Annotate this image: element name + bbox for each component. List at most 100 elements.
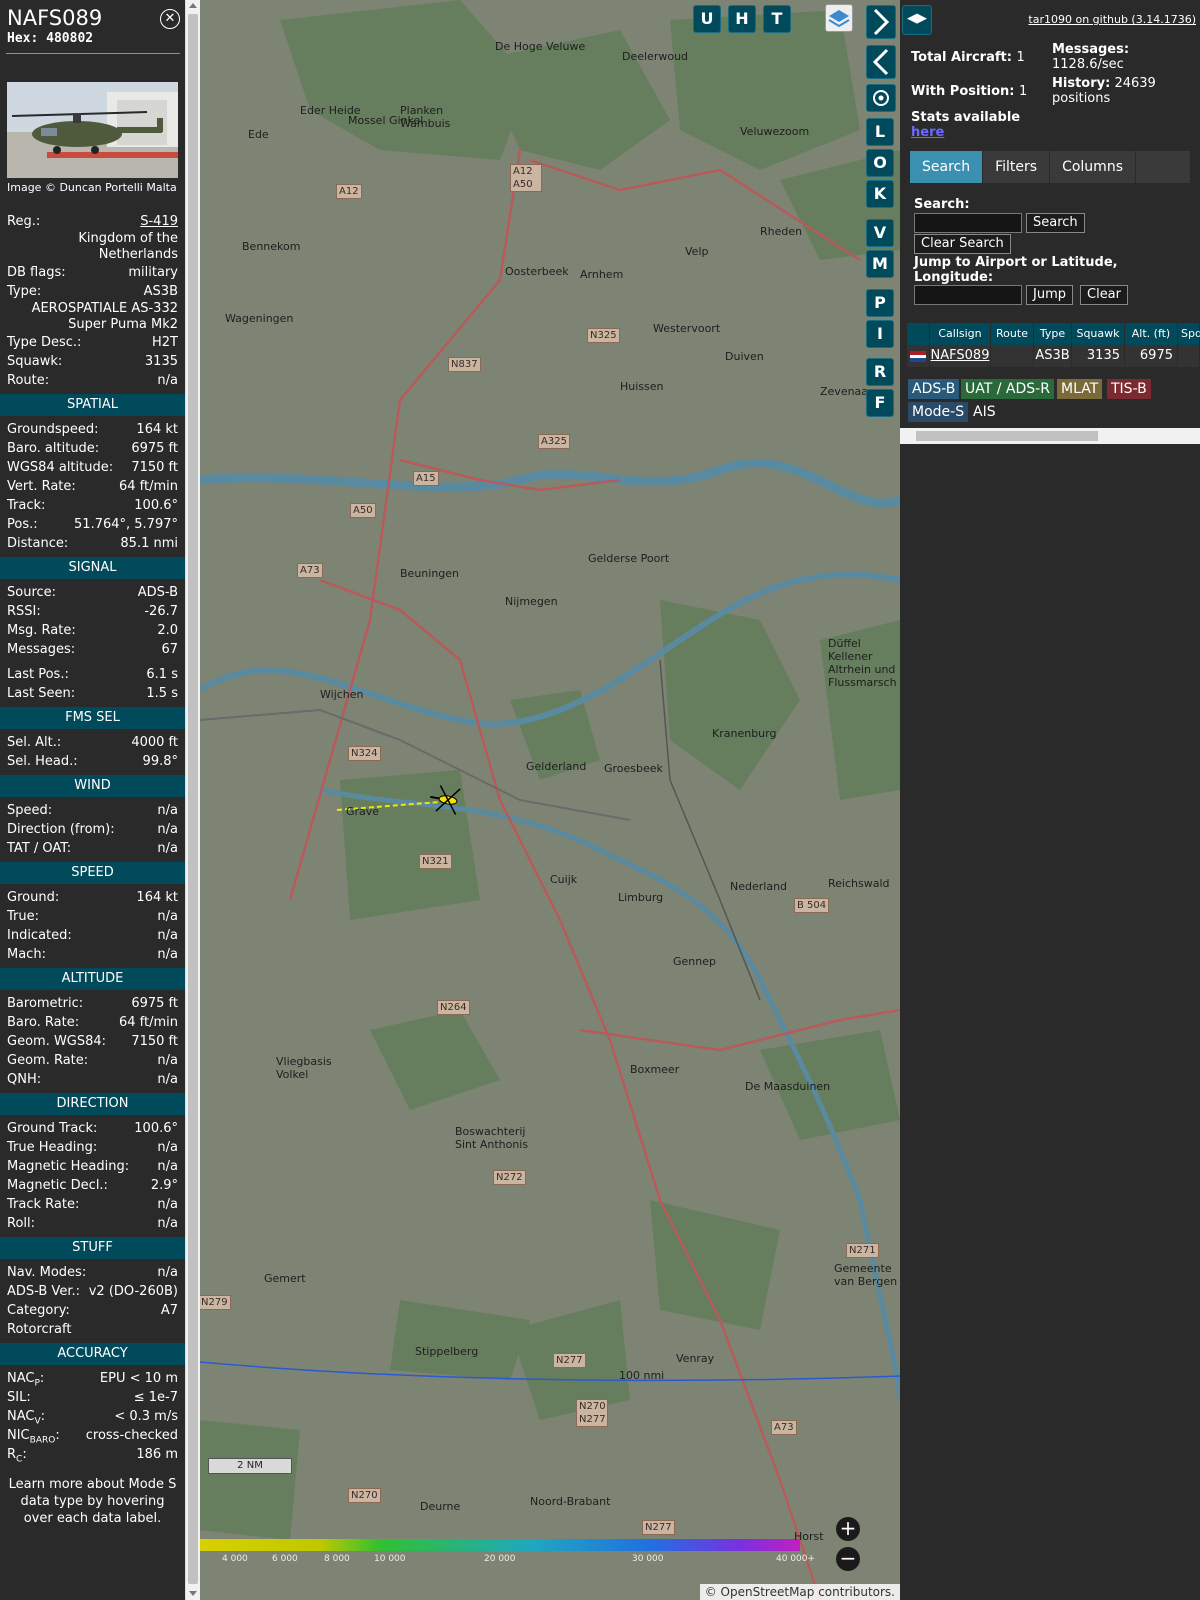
tab-columns[interactable]: Columns [1050, 151, 1136, 183]
stats-link[interactable]: here [911, 125, 944, 140]
spatial-value: 85.1 nmi [120, 536, 178, 551]
map-toggle-button-m[interactable]: M [866, 250, 894, 278]
spatial-value: 64 ft/min [118, 479, 178, 494]
column-header-speed[interactable]: Spd [1178, 323, 1200, 345]
wind-section-header: WIND [0, 775, 185, 797]
altitude-scale-label: 4 000 [222, 1554, 248, 1564]
source-ais-badge[interactable]: AIS [969, 402, 1000, 422]
fms-label: Sel. Alt.: [7, 735, 62, 750]
map-label: Huissen [620, 380, 664, 393]
gear-icon[interactable] [866, 84, 896, 112]
source-uat-badge[interactable]: UAT / ADS-R [961, 379, 1054, 399]
altitude-row: Geom. Rate: n/a [0, 1051, 185, 1070]
type-row: Type: AS3B [0, 282, 185, 301]
map-label: Velp [685, 245, 709, 258]
altitude-row: Geom. WGS84: 7150 ft [0, 1032, 185, 1051]
map-label: Stippelberg [415, 1345, 479, 1358]
row-callsign-link[interactable]: NAFS089 [930, 345, 991, 367]
map-toggle-button-o[interactable]: O [866, 149, 894, 177]
scroll-thumb[interactable] [188, 14, 198, 1584]
altitude-value: n/a [157, 1053, 178, 1068]
sidebar-scrollbar[interactable] [185, 0, 200, 1600]
source-modes-badge[interactable]: Mode-S [908, 402, 969, 422]
source-tisb-badge[interactable]: TIS-B [1107, 379, 1151, 399]
map-toggle-button-v[interactable]: V [866, 219, 894, 247]
signal-label: Msg. Rate: [7, 623, 76, 638]
zoom-out-button[interactable]: − [836, 1547, 860, 1571]
speed-label: True: [7, 909, 39, 924]
map-toggle-button-h[interactable]: H [728, 5, 756, 33]
fms-row: Sel. Head.: 99.8° [0, 752, 185, 771]
road-number-badge: A73 [771, 1420, 797, 1435]
column-header-type[interactable]: Type [1034, 323, 1072, 345]
chevron-left-icon[interactable] [866, 45, 896, 79]
direction-label: Track Rate: [7, 1197, 80, 1212]
altitude-row: Barometric: 6975 ft [0, 994, 185, 1013]
panel-tabs: Search Filters Columns [910, 151, 1190, 183]
map-toggle-button-t[interactable]: T [763, 5, 791, 33]
scroll-up-icon[interactable] [189, 3, 197, 8]
search-button[interactable]: Search [1026, 213, 1085, 233]
altitude-value: 64 ft/min [118, 1015, 178, 1030]
map-attribution[interactable]: © OpenStreetMap contributors. [699, 1584, 900, 1600]
road-number-badge: N325 [587, 328, 620, 343]
signal-row: Source: ADS-B [0, 583, 185, 602]
stuff-label: ADS-B Ver.: [7, 1284, 80, 1299]
accuracy-label: SIL: [7, 1390, 31, 1405]
map-toggle-button-f[interactable]: F [866, 389, 894, 417]
map-toggle-button-u[interactable]: U [693, 5, 721, 33]
signal-time-label: Last Seen: [7, 686, 76, 701]
speed-row: Mach: n/a [0, 945, 185, 964]
spatial-value: 164 kt [136, 422, 178, 437]
altitude-label: Geom. WGS84: [7, 1034, 107, 1049]
column-header-flag[interactable] [907, 323, 930, 345]
spatial-row: Distance: 85.1 nmi [0, 534, 185, 553]
table-horizontal-scrollbar[interactable] [900, 428, 1200, 444]
zoom-in-button[interactable]: + [836, 1517, 860, 1541]
chevron-right-icon[interactable] [866, 5, 896, 39]
stuff-value: n/a [157, 1265, 178, 1280]
layers-icon[interactable] [825, 4, 853, 32]
column-header-squawk[interactable]: Squawk [1072, 323, 1125, 345]
scroll-down-icon[interactable] [189, 1591, 197, 1596]
github-link[interactable]: tar1090 on github (3.14.1736) [1028, 13, 1196, 26]
registration-link[interactable]: S-419 [140, 212, 178, 231]
fms-label: Sel. Head.: [7, 754, 78, 769]
road-number-badge: N837 [448, 357, 481, 372]
column-header-callsign[interactable]: Callsign [930, 323, 991, 345]
road-number-badge: N277 [553, 1353, 586, 1368]
signal-row: Msg. Rate: 2.0 [0, 621, 185, 640]
range-ring-label: 100 nmi [619, 1369, 665, 1382]
map-label: Bennekom [242, 240, 301, 253]
map-view[interactable]: De Hoge Veluwe Deelerwoud Veluwezoom Eder H… [200, 0, 900, 1600]
close-icon[interactable]: ✕ [160, 9, 180, 29]
road-number-badge: N264 [437, 1000, 470, 1015]
clear-button[interactable]: Clear [1080, 285, 1128, 305]
route-value: n/a [157, 373, 178, 388]
search-input[interactable] [914, 213, 1022, 233]
direction-value: n/a [157, 1216, 178, 1231]
column-header-alt[interactable]: Alt. (ft) [1125, 323, 1178, 345]
source-mlat-badge[interactable]: MLAT [1057, 379, 1103, 399]
aircraft-photo[interactable] [7, 82, 178, 178]
road-number-badge: N271 [846, 1243, 879, 1258]
jump-button[interactable]: Jump [1026, 285, 1073, 305]
map-toggle-button-k[interactable]: K [866, 180, 894, 208]
map-toggle-button-i[interactable]: I [866, 320, 894, 348]
source-adsb-badge[interactable]: ADS-B [908, 379, 960, 399]
spatial-label: Vert. Rate: [7, 479, 76, 494]
jump-input[interactable] [914, 285, 1022, 305]
altitude-label: Baro. Rate: [7, 1015, 80, 1030]
speed-row: Ground: 164 kt [0, 888, 185, 907]
accuracy-row: NICBARO: cross-checked [0, 1426, 185, 1446]
map-toggle-button-l[interactable]: L [866, 118, 894, 146]
expand-panel-icon[interactable]: ◀▶ [902, 5, 932, 35]
column-header-route[interactable]: Route [991, 323, 1034, 345]
map-toggle-button-r[interactable]: R [866, 358, 894, 386]
clear-search-button[interactable]: Clear Search [914, 234, 1011, 254]
row-route [991, 345, 1034, 367]
tab-search[interactable]: Search [910, 151, 984, 183]
hscroll-thumb[interactable] [916, 431, 1098, 441]
tab-filters[interactable]: Filters [983, 151, 1051, 183]
map-toggle-button-p[interactable]: P [866, 289, 894, 317]
